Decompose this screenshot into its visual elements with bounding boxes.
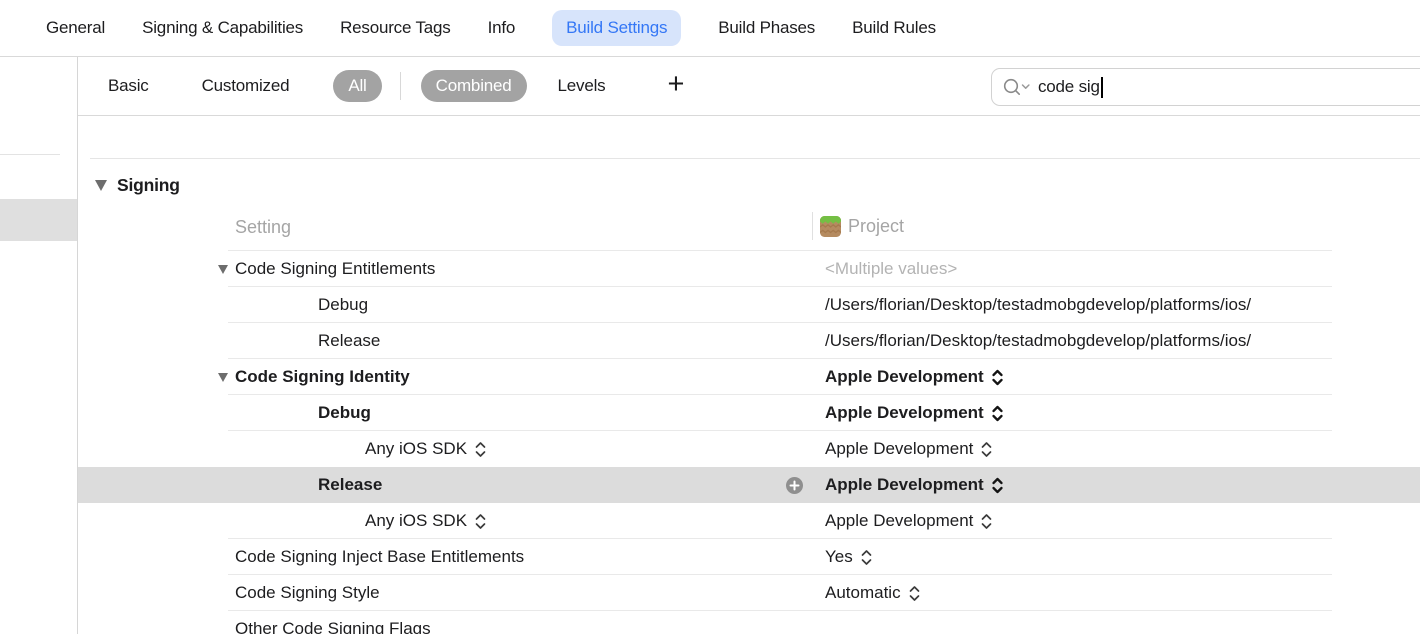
table-header: Setting Project [78,204,1420,251]
setting-value[interactable]: Automatic [825,583,901,603]
section-header-signing[interactable]: Signing [95,172,180,198]
value-dropdown-stepper-icon[interactable] [991,369,1004,386]
sidebar-divider [0,154,60,155]
table-row[interactable]: Code Signing Identity Apple Development [78,359,1420,395]
search-icon [1002,77,1031,97]
tab-general[interactable]: General [46,18,105,38]
disclosure-triangle-icon[interactable] [218,373,228,382]
table-row[interactable]: Any iOS SDK Apple Development [78,503,1420,539]
tab-build-settings[interactable]: Build Settings [552,10,681,46]
table-row[interactable]: Other Code Signing Flags [78,611,1420,634]
setting-label: Release [318,331,380,351]
text-cursor [1101,77,1103,98]
project-column-header: Project [812,212,904,240]
setting-value[interactable]: /Users/florian/Desktop/testadmobgdevelop… [825,295,1251,315]
filter-basic-button[interactable]: Basic [108,76,149,96]
setting-value[interactable]: Apple Development [825,403,984,423]
setting-column-header: Setting [235,217,291,238]
search-field[interactable]: code sig [991,68,1420,106]
xcode-build-settings-screen: General Signing & Capabilities Resource Ta… [0,0,1420,634]
setting-label: Code Signing Entitlements [235,259,435,279]
sdk-stepper-icon[interactable] [474,441,487,458]
setting-label: Release [318,475,382,495]
target-editor-tab-bar: General Signing & Capabilities Resource Ta… [0,0,1420,57]
table-row[interactable]: Code Signing Style Automatic [78,575,1420,611]
setting-value[interactable]: /Users/florian/Desktop/testadmobgdevelop… [825,331,1251,351]
value-dropdown-stepper-icon[interactable] [991,477,1004,494]
sdk-stepper-icon[interactable] [474,513,487,530]
setting-value[interactable]: Apple Development [825,367,984,387]
setting-label: Other Code Signing Flags [235,619,431,634]
setting-label: Code Signing Style [235,583,380,603]
setting-value[interactable]: <Multiple values> [825,259,957,279]
tab-build-rules[interactable]: Build Rules [852,18,936,38]
add-build-setting-button[interactable]: + [667,70,684,102]
table-row[interactable]: Debug Apple Development [78,395,1420,431]
filter-all-button[interactable]: All [333,70,381,102]
value-dropdown-stepper-icon[interactable] [991,405,1004,422]
project-navigator-sidebar [0,57,78,634]
disclosure-triangle-icon[interactable] [218,265,228,274]
project-app-icon [820,216,841,237]
setting-label: Debug [318,403,371,423]
table-row[interactable]: Code Signing Inject Base Entitlements Ye… [78,539,1420,575]
build-settings-content: Signing Setting Project [78,116,1420,634]
table-row[interactable]: Release Apple Development [78,467,1420,503]
settings-table: Code Signing Entitlements <Multiple valu… [78,251,1420,634]
build-settings-toolbar: Basic Customized All Combined Levels + c… [78,57,1420,116]
setting-label: Debug [318,295,368,315]
value-dropdown-stepper-icon[interactable] [980,441,993,458]
content-divider [90,158,1420,159]
section-title: Signing [117,175,180,196]
view-combined-button[interactable]: Combined [421,70,527,102]
tab-signing-capabilities[interactable]: Signing & Capabilities [142,18,303,38]
setting-value[interactable]: Apple Development [825,475,984,495]
setting-label: Code Signing Inject Base Entitlements [235,547,524,567]
value-dropdown-stepper-icon[interactable] [860,549,873,566]
column-divider [812,212,813,240]
setting-label: Code Signing Identity [235,367,410,387]
value-dropdown-stepper-icon[interactable] [980,513,993,530]
setting-value[interactable]: Apple Development [825,439,973,459]
table-row[interactable]: Any iOS SDK Apple Development [78,431,1420,467]
filter-customized-button[interactable]: Customized [202,76,290,96]
search-input[interactable]: code sig [1038,77,1100,97]
table-row[interactable]: Release /Users/florian/Desktop/testadmob… [78,323,1420,359]
setting-value[interactable]: Apple Development [825,511,973,531]
view-levels-button[interactable]: Levels [558,76,606,96]
table-row[interactable]: Code Signing Entitlements <Multiple valu… [78,251,1420,287]
table-row[interactable]: Debug /Users/florian/Desktop/testadmobgd… [78,287,1420,323]
toolbar-divider [400,72,401,100]
value-dropdown-stepper-icon[interactable] [908,585,921,602]
tab-build-phases[interactable]: Build Phases [718,18,815,38]
disclosure-triangle-icon[interactable] [95,180,107,191]
setting-value[interactable]: Yes [825,547,853,567]
tab-info[interactable]: Info [488,18,516,38]
setting-label: Any iOS SDK [365,511,467,531]
sidebar-selected-item[interactable] [0,199,77,241]
add-value-icon[interactable] [786,477,803,494]
tab-resource-tags[interactable]: Resource Tags [340,18,450,38]
project-column-label: Project [848,216,904,237]
setting-label: Any iOS SDK [365,439,467,459]
